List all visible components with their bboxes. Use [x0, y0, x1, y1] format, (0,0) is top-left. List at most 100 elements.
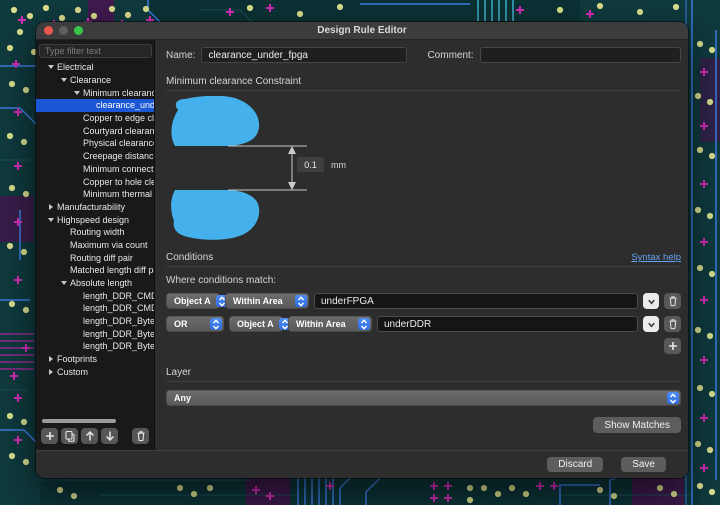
tree-item-courtyard-clearance[interactable]: Courtyard clearance: [36, 124, 154, 137]
move-up-button[interactable]: [81, 428, 98, 444]
show-matches-button[interactable]: Show Matches: [593, 417, 681, 433]
minimize-button[interactable]: [59, 26, 68, 35]
condition-value-input[interactable]: [377, 316, 638, 332]
delete-rule-button[interactable]: [132, 428, 149, 444]
chevron-down-icon[interactable]: [57, 78, 70, 82]
comment-label: Comment:: [427, 50, 473, 61]
tree-item-creepage-distance[interactable]: Creepage distance: [36, 150, 154, 163]
filter-input[interactable]: [39, 44, 152, 58]
tree-item-manufacturability[interactable]: Manufacturability: [36, 201, 154, 214]
tree-item-length-ddr-byte0[interactable]: length_DDR_Byte0: [36, 315, 154, 328]
divider: [166, 266, 681, 267]
duplicate-rule-button[interactable]: [61, 428, 78, 444]
object-select-value: Object A: [174, 296, 211, 306]
chevron-down-icon[interactable]: [44, 218, 57, 222]
tree-item-copper-to-edge-clearance[interactable]: Copper to edge clearance: [36, 112, 154, 125]
layer-select[interactable]: Any: [166, 390, 681, 406]
chevron-down-icon: [646, 319, 657, 330]
chevron-right-icon[interactable]: [44, 369, 57, 375]
tree-item-length-ddr-cmd-ic1[interactable]: length_DDR_CMD_IC1: [36, 302, 154, 315]
tree-item-label: length_DDR_Byte3: [83, 341, 154, 351]
chevron-down-icon[interactable]: [57, 281, 70, 285]
tree-item-routing-diff-pair[interactable]: Routing diff pair: [36, 251, 154, 264]
name-label: Name:: [166, 50, 195, 61]
chevron-up-down-icon: [210, 318, 222, 330]
constraint-section-title: Minimum clearance Constraint: [166, 76, 681, 87]
tree-item-electrical[interactable]: Electrical: [36, 61, 154, 74]
condition-value-input[interactable]: [314, 293, 638, 309]
remove-condition-button[interactable]: [664, 316, 681, 332]
clearance-diagram-icon: [166, 96, 486, 248]
tree-item-minimum-clearance[interactable]: Minimum clearance: [36, 86, 154, 99]
tree-item-length-ddr-byte1[interactable]: length_DDR_Byte1: [36, 327, 154, 340]
operator-select[interactable]: OR: [166, 316, 224, 332]
copper-shape-bottom: [171, 190, 259, 240]
tree-item-highspeed-design[interactable]: Highspeed design: [36, 213, 154, 226]
screen: Design Rule Editor ElectricalClearanceMi…: [0, 0, 720, 505]
move-down-button[interactable]: [101, 428, 118, 444]
operator-select-value: OR: [174, 319, 188, 329]
horizontal-scrollbar[interactable]: [42, 419, 116, 423]
titlebar[interactable]: Design Rule Editor: [36, 22, 688, 40]
chevron-right-icon[interactable]: [44, 356, 57, 362]
tree-item-label: Physical clearance: [83, 138, 154, 148]
tree-item-length-ddr-byte3[interactable]: length_DDR_Byte3: [36, 340, 154, 353]
mode-select-value: Within Area: [296, 319, 346, 329]
tree-item-label: Minimum thermal relief spoke width: [83, 189, 154, 199]
tree-item-clearance-under-fpga[interactable]: clearance_under_fpga: [36, 99, 154, 112]
window-title: Design Rule Editor: [36, 25, 688, 36]
tree-item-footprints[interactable]: Footprints: [36, 353, 154, 366]
add-rule-button[interactable]: [41, 428, 58, 444]
mode-select[interactable]: Within Area: [225, 293, 309, 309]
rule-editor-panel: Name: Comment: Minimum clearance Constra…: [155, 40, 688, 450]
tree-item-label: Copper to hole clearance: [83, 177, 154, 187]
trash-icon: [135, 430, 147, 442]
clearance-unit-label: mm: [331, 160, 346, 170]
chevron-right-icon[interactable]: [44, 204, 57, 210]
clearance-value-input[interactable]: [297, 157, 324, 172]
tree-item-matched-length-diff-pair[interactable]: Matched length diff pair: [36, 264, 154, 277]
remove-condition-button[interactable]: [664, 293, 681, 309]
condition-row: OR Object A Within Area: [166, 316, 681, 332]
object-select[interactable]: Object A: [166, 293, 220, 309]
close-button[interactable]: [44, 26, 53, 35]
tree-item-clearance[interactable]: Clearance: [36, 74, 154, 87]
condition-suggest-button[interactable]: [643, 293, 659, 309]
syntax-help-link[interactable]: Syntax help: [631, 252, 681, 263]
arrow-down-icon: [104, 430, 116, 442]
condition-suggest-button[interactable]: [643, 316, 659, 332]
tree-item-label: Footprints: [57, 354, 97, 364]
tree-item-absolute-length[interactable]: Absolute length: [36, 277, 154, 290]
discard-button[interactable]: Discard: [547, 457, 603, 472]
copper-shape-top: [171, 96, 259, 146]
name-input[interactable]: [201, 47, 407, 63]
tree-item-copper-to-hole-clearance[interactable]: Copper to hole clearance: [36, 175, 154, 188]
tree-item-physical-clearance[interactable]: Physical clearance: [36, 137, 154, 150]
tree-item-minimum-thermal-relief-spoke-width[interactable]: Minimum thermal relief spoke width: [36, 188, 154, 201]
tree-item-custom[interactable]: Custom: [36, 366, 154, 379]
rule-toolbar: [36, 426, 154, 450]
chevron-up-down-icon: [358, 318, 370, 330]
comment-input[interactable]: [480, 47, 681, 63]
object-select[interactable]: Object A: [229, 316, 283, 332]
duplicate-icon: [64, 430, 76, 442]
add-condition-button[interactable]: [664, 338, 681, 354]
tree-item-length-ddr-cmd-fpga[interactable]: length_DDR_CMD_FPGA: [36, 289, 154, 302]
save-button[interactable]: Save: [621, 457, 666, 472]
tree-item-routing-width[interactable]: Routing width: [36, 226, 154, 239]
tree-item-label: Clearance: [70, 75, 111, 85]
tree-item-label: Maximum via count: [70, 240, 148, 250]
tree-item-label: length_DDR_CMD_IC1: [83, 303, 154, 313]
chevron-down-icon[interactable]: [70, 91, 83, 95]
tree-item-label: length_DDR_Byte1: [83, 329, 154, 339]
tree-item-maximum-via-count[interactable]: Maximum via count: [36, 239, 154, 252]
tree-item-minimum-connection-width[interactable]: Minimum connection width: [36, 163, 154, 176]
chevron-down-icon[interactable]: [44, 65, 57, 69]
where-conditions-label: Where conditions match:: [166, 275, 681, 286]
tree-item-label: Matched length diff pair: [70, 265, 154, 275]
zoom-button[interactable]: [74, 26, 83, 35]
mode-select[interactable]: Within Area: [288, 316, 372, 332]
conditions-section-title: Conditions: [166, 252, 213, 263]
tree-item-label: length_DDR_Byte0: [83, 316, 154, 326]
tree-item-label: Courtyard clearance: [83, 126, 154, 136]
